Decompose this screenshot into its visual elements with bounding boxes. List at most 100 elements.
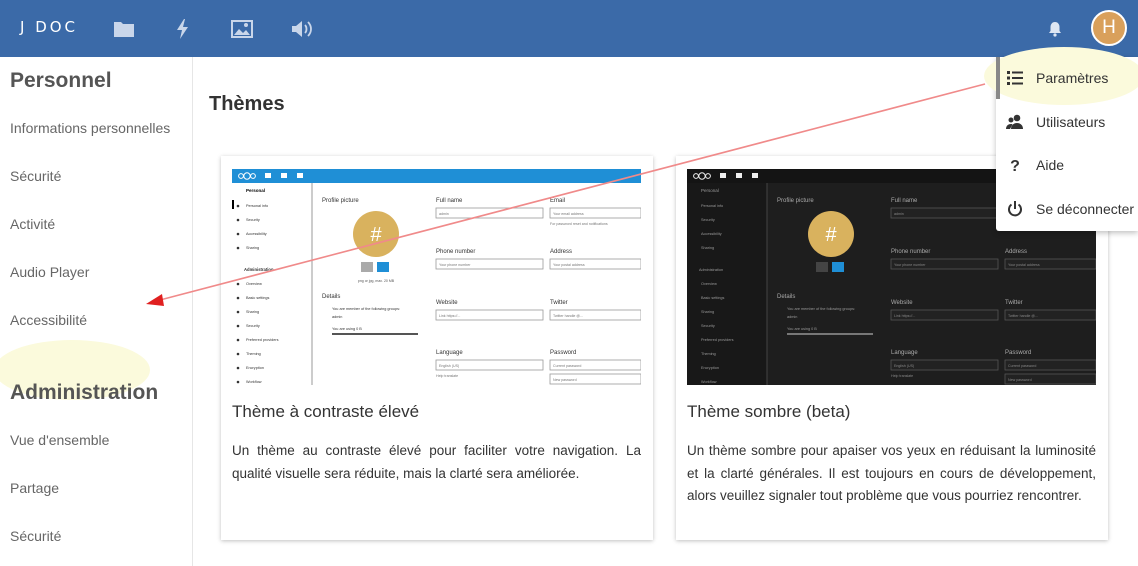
preview-admin-item: Basic settings: [701, 296, 725, 300]
sidebar-item-security[interactable]: Sécurité: [10, 168, 61, 184]
preview-field-hint: For password reset and notifications: [550, 222, 608, 226]
preview-details-line: You are using 0 B: [332, 327, 362, 331]
preview-field-placeholder: Your postal address: [553, 263, 585, 267]
sidebar-item-activity[interactable]: Activité: [10, 216, 55, 232]
sidebar-item-sharing[interactable]: Partage: [10, 480, 59, 496]
preview-details-label: Details: [777, 294, 795, 300]
preview-admin-item: Security: [246, 324, 260, 328]
menu-item-settings[interactable]: Paramètres: [1006, 68, 1108, 88]
preview-avatar-symbol: #: [370, 224, 382, 246]
menu-item-label: Se déconnecter: [1036, 201, 1135, 217]
settings-list-icon: [1007, 71, 1023, 85]
preview-details-label: Details: [322, 294, 340, 300]
preview-sidebar-item: Security: [701, 218, 715, 222]
preview-field-label: Full name: [436, 198, 463, 204]
image-icon[interactable]: [229, 16, 255, 42]
preview-admin-item: Overview: [246, 282, 262, 286]
preview-field-placeholder: New password: [553, 378, 577, 382]
preview-field-placeholder: Twitter handle @...: [1008, 314, 1038, 318]
menu-item-users[interactable]: Utilisateurs: [1006, 112, 1105, 132]
preview-field-placeholder: Your postal address: [1008, 263, 1040, 267]
sidebar-item-overview[interactable]: Vue d'ensemble: [10, 432, 109, 448]
menu-item-label: Utilisateurs: [1036, 114, 1106, 130]
preview-field-label: Password: [550, 350, 576, 356]
theme-card-title: Thème à contraste élevé: [232, 402, 420, 421]
preview-sidebar-item: Sharing: [701, 246, 714, 250]
power-icon: [1008, 201, 1022, 217]
menu-item-help[interactable]: ? Aide: [1006, 155, 1064, 175]
preview-field-label: Full name: [891, 198, 918, 204]
preview-profile-label: Profile picture: [322, 198, 359, 204]
sidebar-item-audio-player[interactable]: Audio Player: [10, 264, 89, 280]
preview-sidebar-item: Personal info: [246, 204, 268, 208]
page-title: Thèmes: [209, 93, 285, 115]
preview-admin-item: Sharing: [701, 310, 714, 314]
preview-admin-item: Encryption: [701, 366, 719, 370]
preview-admin-item: Workflow: [246, 380, 262, 384]
preview-sidebar-item: Security: [246, 218, 260, 222]
svg-text:?: ?: [1010, 158, 1020, 174]
preview-avatar-symbol: #: [825, 224, 837, 246]
preview-admin-item: Preferred providers: [701, 338, 734, 342]
preview-field-placeholder: Twitter handle @...: [553, 314, 583, 318]
preview-admin-item: Encryption: [246, 366, 264, 370]
preview-field-placeholder: Link https://...: [894, 314, 915, 318]
preview-details-group: admin: [787, 315, 797, 319]
sidebar-item-admin-security[interactable]: Sécurité: [10, 528, 61, 544]
sidebar-heading-admin: Administration: [10, 381, 159, 404]
theme-card-description: Un thème sombre pour apaiser vos yeux en…: [687, 443, 1096, 503]
preview-admin-item: Preferred providers: [246, 338, 279, 342]
preview-sidebar-item: Accessibility: [246, 232, 267, 236]
sidebar-item-accessibility[interactable]: Accessibilité: [10, 312, 87, 328]
preview-field-label: Website: [891, 300, 913, 306]
preview-sidebar-item: Sharing: [246, 246, 259, 250]
preview-field-value: English (US): [894, 364, 914, 368]
menu-item-logout[interactable]: Se déconnecter: [1006, 199, 1134, 219]
app-logo[interactable]: J DOC: [20, 18, 78, 36]
user-menu-dropdown: Paramètres Utilisateurs ? Aide Se déconn…: [984, 47, 1138, 231]
preview-header-bar: [232, 169, 641, 183]
preview-field-label: Phone number: [436, 249, 475, 255]
preview-field-placeholder: Your phone number: [894, 263, 926, 267]
preview-field-placeholder: Link https://...: [439, 314, 460, 318]
active-indicator: [996, 57, 1000, 99]
preview-field-placeholder: Current password: [553, 364, 581, 368]
preview-field-placeholder: New password: [1008, 378, 1032, 382]
theme-card-high-contrast[interactable]: Personal Personal info Security Accessib…: [221, 156, 653, 540]
user-avatar[interactable]: H: [1091, 10, 1127, 46]
preview-field-value: admin: [439, 212, 449, 216]
preview-field-label: Email: [550, 198, 565, 204]
preview-admin-item: Sharing: [246, 310, 259, 314]
preview-field-label: Twitter: [1005, 300, 1023, 306]
preview-field-value: admin: [894, 212, 904, 216]
bell-icon[interactable]: [1046, 20, 1064, 38]
lightning-icon[interactable]: [170, 16, 196, 42]
menu-item-label: Aide: [1036, 157, 1065, 173]
preview-sidebar-heading: Personal: [701, 188, 719, 193]
preview-admin-item: Security: [701, 324, 715, 328]
preview-admin-item: Workflow: [701, 380, 717, 384]
preview-field-hint: Help translate: [436, 374, 458, 378]
preview-field-label: Password: [1005, 350, 1031, 356]
users-icon: [1006, 114, 1023, 129]
theme-card-description: Un thème au contraste élevé pour facilit…: [232, 443, 641, 481]
preview-admin-heading: Administration: [699, 268, 723, 272]
preview-details-line: You are member of the following groups:: [332, 307, 400, 311]
menu-item-label: Paramètres: [1036, 70, 1109, 86]
sidebar-item-personal-info[interactable]: Informations personnelles: [10, 120, 170, 136]
theme-preview-high-contrast: Personal Personal info Security Accessib…: [232, 169, 641, 385]
help-icon: ?: [1010, 158, 1020, 174]
theme-card-title: Thème sombre (beta): [687, 402, 851, 421]
preview-details-line: You are using 0 B: [787, 327, 817, 331]
preview-details-group: admin: [332, 315, 342, 319]
preview-admin-item: Theming: [246, 352, 261, 356]
preview-field-label: Address: [550, 249, 572, 255]
preview-field-placeholder: Your email address: [553, 212, 584, 216]
preview-field-hint: Help translate: [891, 374, 913, 378]
preview-field-label: Phone number: [891, 249, 930, 255]
preview-sidebar-heading: Personal: [246, 188, 265, 193]
speaker-icon[interactable]: [288, 16, 314, 42]
preview-hint: png or jpg, max. 20 MB: [358, 279, 395, 283]
preview-admin-item: Basic settings: [246, 296, 270, 300]
folder-icon[interactable]: [111, 16, 137, 42]
